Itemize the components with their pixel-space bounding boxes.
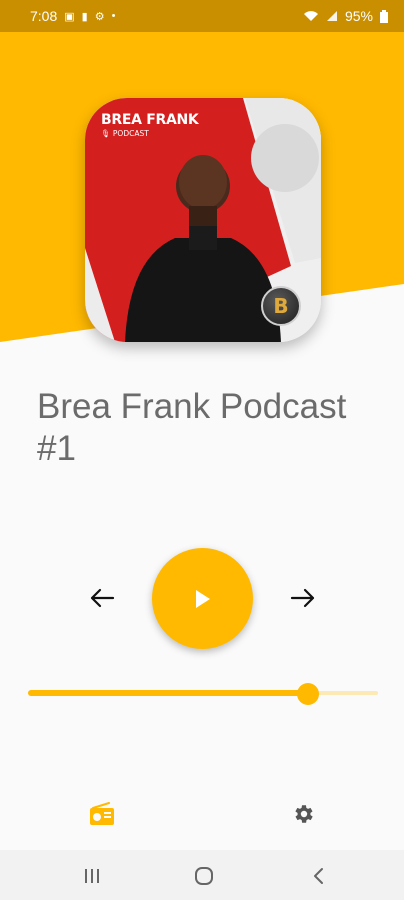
home-icon	[195, 867, 213, 885]
status-left: 7:08 ▣ ▮ ⚙ •	[30, 8, 115, 24]
nav-radio-tab[interactable]	[88, 800, 116, 828]
message-icon: ▣	[64, 10, 75, 23]
track-title: Brea Frank Podcast #1	[37, 387, 347, 468]
play-icon	[195, 589, 210, 608]
status-right: 95%	[303, 8, 388, 24]
podcast-cover-art: BREA FRANK 🎙 PODCAST B	[85, 98, 321, 342]
previous-button[interactable]	[84, 580, 120, 616]
nav-settings-tab[interactable]	[289, 800, 317, 828]
back-icon	[314, 868, 323, 884]
radio-icon	[90, 802, 114, 825]
recent-apps-button[interactable]	[80, 864, 104, 888]
dot-icon: •	[111, 10, 116, 22]
gear-icon	[295, 805, 313, 823]
wifi-icon	[303, 11, 318, 21]
back-button[interactable]	[306, 864, 330, 888]
battery-icon	[380, 9, 388, 23]
signal-icon	[326, 11, 337, 21]
logo-badge: B	[261, 286, 301, 326]
system-navigation-bar	[0, 850, 404, 900]
alert-icon: ▮	[81, 10, 88, 23]
cover-subtitle: 🎙 PODCAST	[101, 129, 149, 138]
settings-icon: ⚙	[94, 10, 105, 23]
home-button[interactable]	[192, 864, 216, 888]
play-button[interactable]	[152, 548, 253, 649]
progress-thumb[interactable]	[297, 683, 319, 705]
arrow-right-icon	[290, 588, 315, 608]
bottom-navigation	[0, 790, 404, 840]
status-bar: 7:08 ▣ ▮ ⚙ • 95%	[0, 0, 404, 32]
progress-slider[interactable]	[28, 683, 378, 705]
recent-apps-icon	[85, 869, 99, 883]
next-button[interactable]	[285, 580, 321, 616]
progress-fill	[28, 690, 308, 696]
status-time: 7:08	[30, 8, 58, 24]
arrow-left-icon	[90, 588, 115, 608]
battery-percent: 95%	[344, 8, 373, 24]
cover-title: BREA FRANK	[101, 112, 199, 128]
